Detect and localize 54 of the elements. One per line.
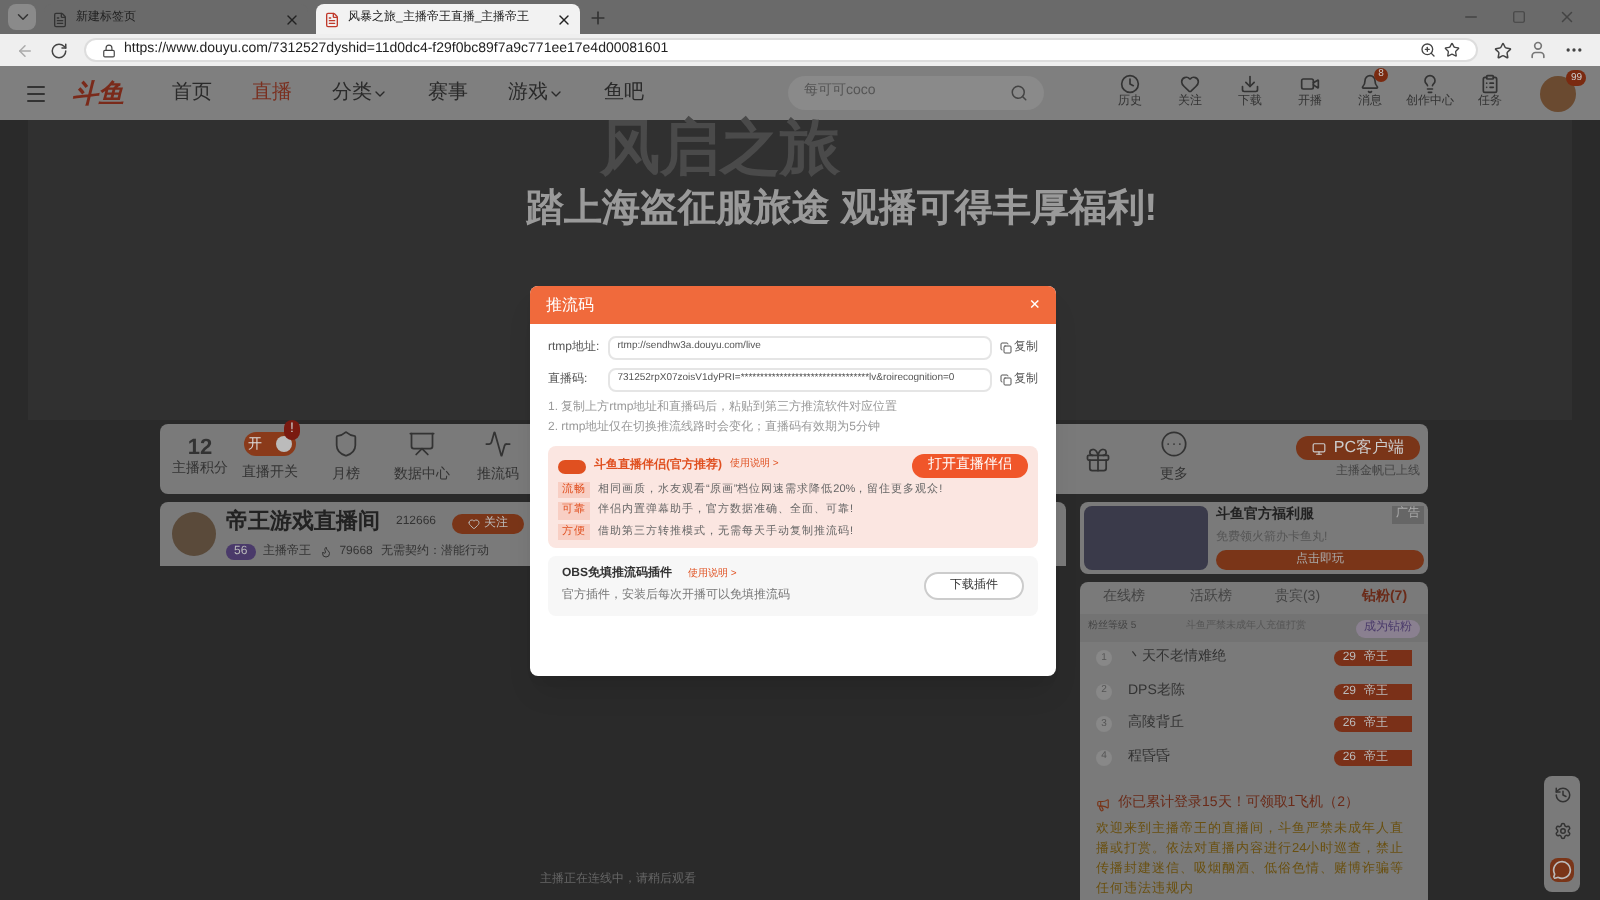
chart-board-icon [408, 430, 436, 459]
zoom-icon[interactable] [1420, 42, 1436, 58]
settings-icon[interactable] [1553, 821, 1571, 840]
menu-icon[interactable] [24, 81, 48, 105]
chat-icon[interactable] [1550, 858, 1574, 883]
back-icon[interactable] [16, 41, 34, 59]
heart-icon [1180, 74, 1200, 94]
pc-client-button[interactable]: PC客户端 [1295, 436, 1420, 460]
monitor-icon [1311, 441, 1326, 455]
room-title: 帝王游戏直播间 [226, 507, 380, 539]
nav-link[interactable]: 直播 [252, 78, 292, 108]
download-icon [1240, 74, 1260, 94]
profile-icon[interactable] [1528, 40, 1548, 60]
megaphone-icon [1096, 797, 1110, 812]
streamer-avatar [172, 512, 216, 556]
dialog-title: 推流码 [546, 293, 596, 317]
bell-icon [1360, 74, 1380, 94]
flame-icon [319, 546, 332, 559]
video-icon [1300, 74, 1320, 94]
tab-list-button[interactable] [8, 4, 36, 30]
nav-link[interactable]: 游戏 [508, 78, 564, 108]
site-logo[interactable]: 斗鱼 [72, 73, 124, 113]
gift-icon [1084, 445, 1112, 473]
page-icon [52, 11, 68, 27]
shield-icon [332, 430, 360, 459]
chevron-icon [13, 8, 31, 26]
lock-icon [102, 43, 116, 57]
reload-icon[interactable] [50, 41, 68, 59]
heart-icon [468, 517, 481, 529]
nav-link[interactable]: 分类 [332, 78, 388, 108]
more-icon [1160, 430, 1188, 459]
search-icon[interactable] [1010, 84, 1028, 102]
star-icon[interactable] [1444, 42, 1460, 58]
score-value: 12 [187, 437, 213, 460]
lightbulb-icon [1420, 74, 1440, 94]
maximize-icon[interactable] [1512, 10, 1526, 24]
ad-image [1084, 506, 1208, 570]
close-button[interactable]: × [1029, 296, 1040, 314]
nav-link[interactable]: 鱼吧 [604, 78, 644, 108]
favorites-icon[interactable] [1494, 41, 1512, 59]
nav-link[interactable]: 赛事 [428, 78, 468, 108]
nav-link[interactable]: 首页 [172, 78, 212, 108]
clipboard-icon [1480, 74, 1500, 94]
waveform-icon [484, 430, 512, 459]
copy-icon [1000, 342, 1012, 354]
page-icon [324, 11, 340, 27]
history-icon[interactable] [1553, 785, 1571, 804]
banner-headline: 踏上海盗征服旅途 观播可得丰厚福利! [526, 190, 1158, 228]
close-icon[interactable] [556, 11, 572, 27]
copy-icon [1000, 374, 1012, 386]
companion-logo-icon [558, 459, 586, 473]
clock-icon [1120, 74, 1140, 94]
new-tab-icon[interactable] [588, 8, 608, 28]
close-window-icon[interactable] [1558, 8, 1576, 26]
